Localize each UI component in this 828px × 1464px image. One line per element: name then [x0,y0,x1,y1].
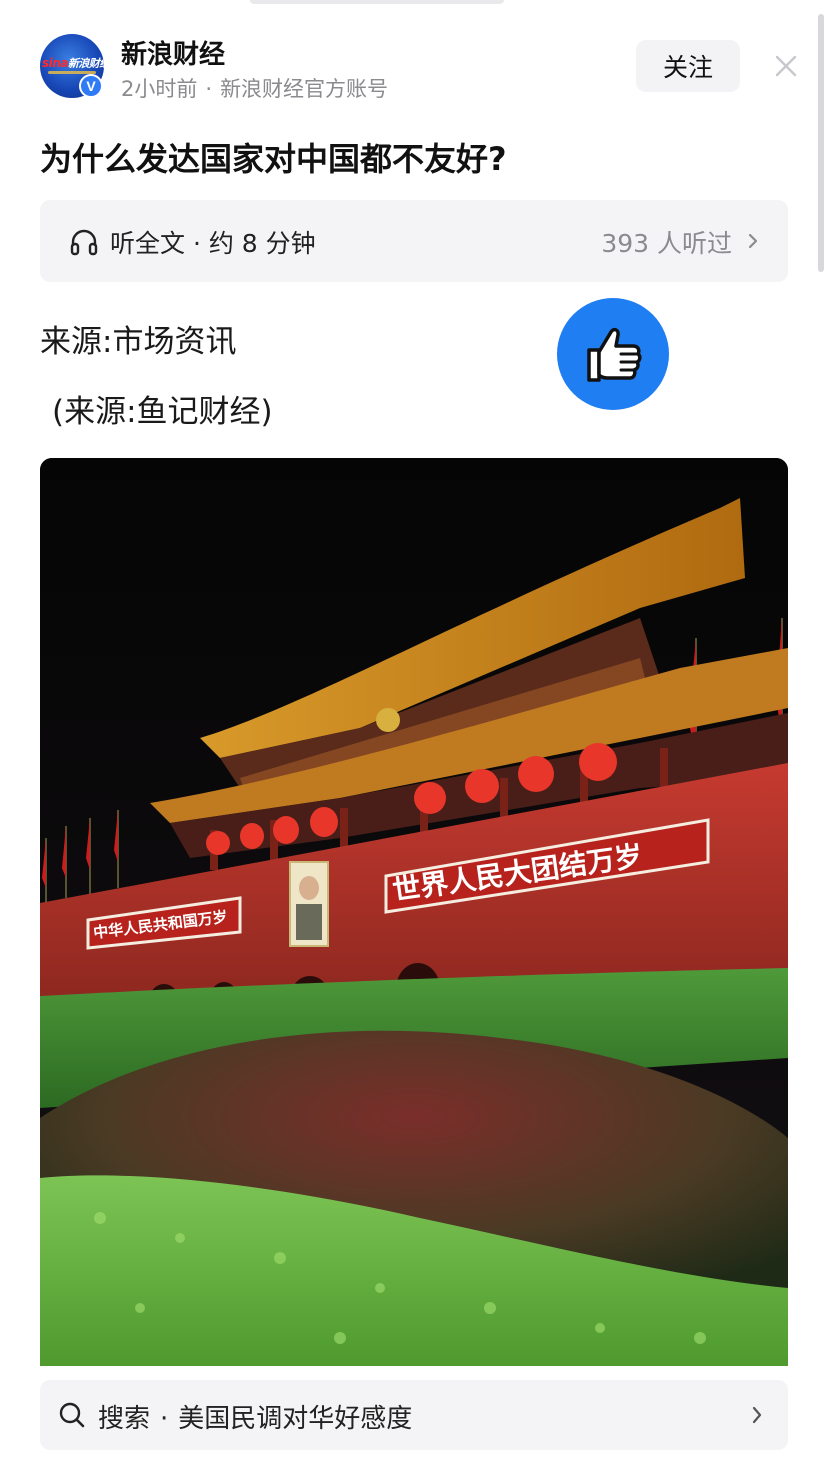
headphone-icon [70,229,98,256]
listen-label: 听全文 · 约 8 分钟 [110,229,316,258]
source-line: 来源:市场资讯 [40,324,237,360]
verified-badge-icon: V [79,74,103,98]
post-time: 2小时前 [121,77,198,101]
like-button[interactable] [557,298,669,410]
portrait [299,876,319,900]
post-meta: 2小时前 · 新浪财经官方账号 [121,73,388,103]
account-name[interactable]: 新浪财经 [121,34,225,71]
related-search-bar[interactable]: 搜索 · 美国民调对华好感度 [40,1380,788,1450]
scrollbar-thumb[interactable] [818,14,824,272]
follow-button[interactable]: 关注 [636,40,740,92]
article-title: 为什么发达国家对中国都不友好? [40,140,507,178]
chevron-right-icon [748,233,758,249]
search-suggestion: 搜索 · 美国民调对华好感度 [98,1398,412,1435]
national-emblem [376,708,400,732]
search-query: 美国民调对华好感度 [178,1404,413,1434]
meta-separator: · [205,77,213,101]
search-icon [59,1402,85,1428]
listen-full-text-bar[interactable]: 听全文 · 约 8 分钟 393 人听过 [40,200,788,282]
account-type: 新浪财经官方账号 [220,77,389,101]
search-separator: · [160,1404,169,1434]
chevron-right-icon [752,1406,762,1424]
article-image[interactable]: 中华人民共和国万岁 世界人民大团结万岁 [40,458,788,1366]
listen-count: 393 人听过 [601,229,732,258]
close-icon[interactable] [772,52,800,80]
top-handle [250,0,504,4]
thumbs-up-icon [587,327,642,382]
search-prefix: 搜索 [98,1404,151,1434]
avatar-logo: sina新浪财经 [42,56,104,70]
source-line-secondary: (来源:鱼记财经) [52,394,273,430]
